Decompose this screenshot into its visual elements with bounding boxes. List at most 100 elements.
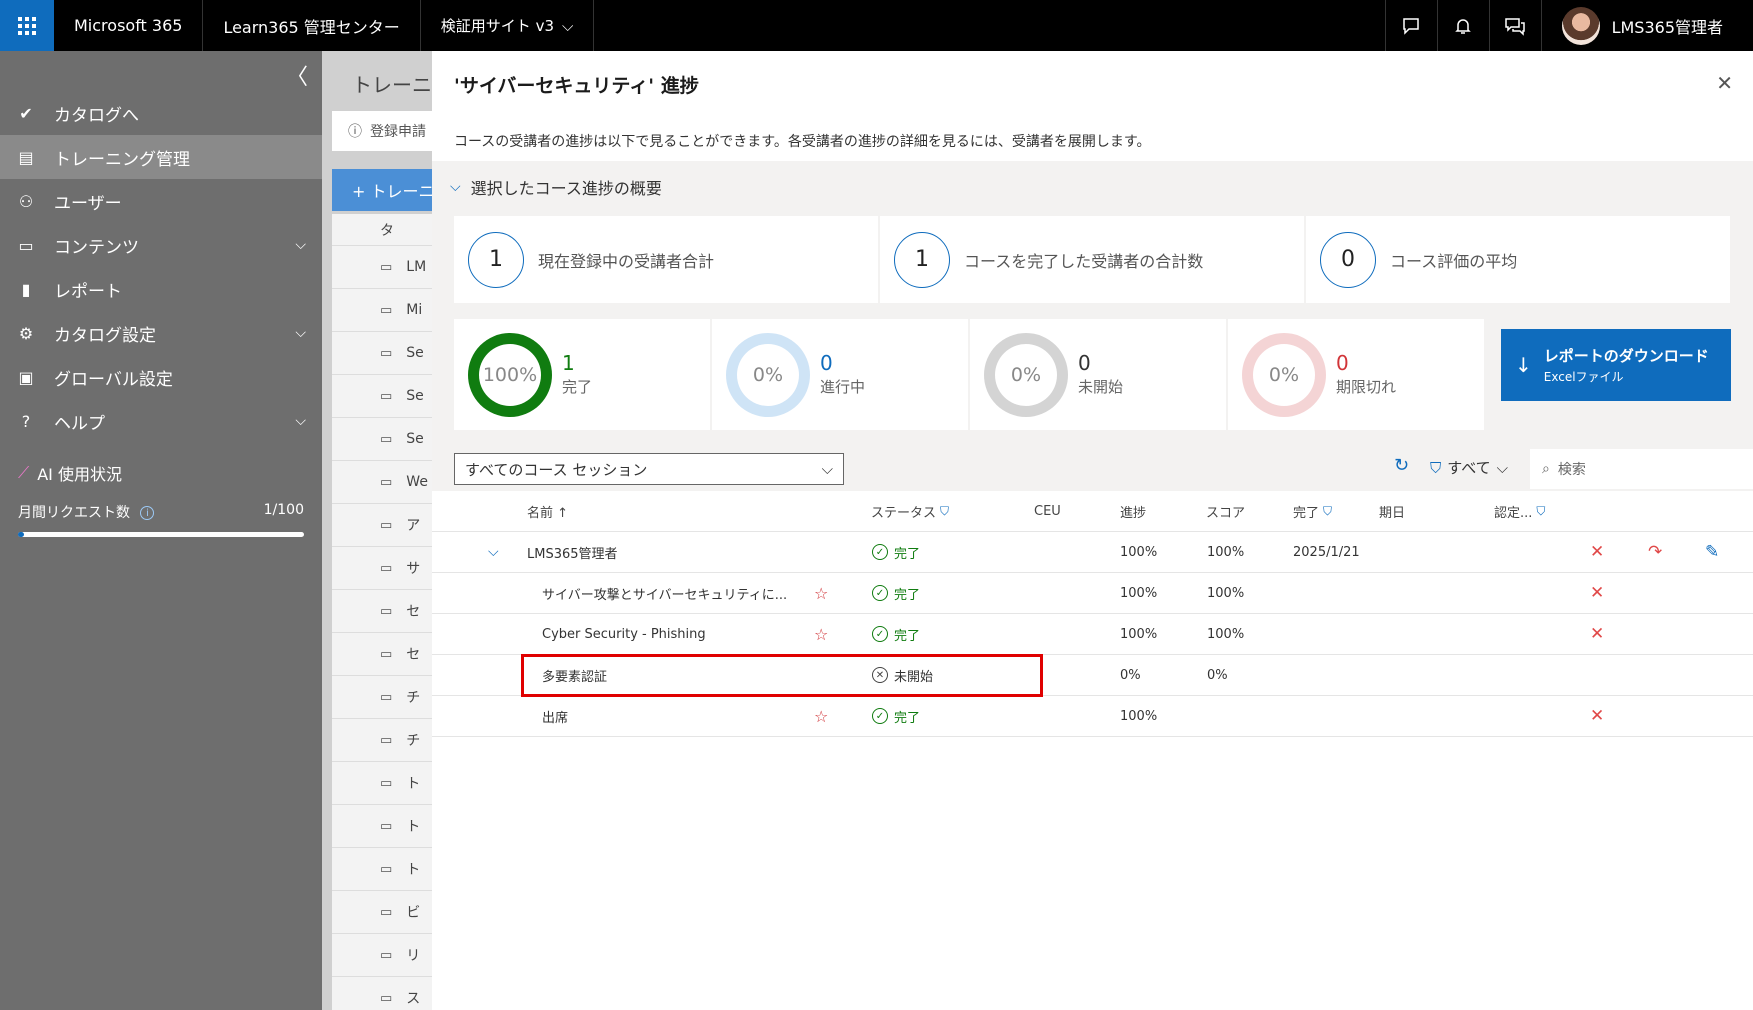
nav-item-reports[interactable]: ▮ レポート [0, 267, 322, 311]
list-item-label: サ [406, 561, 421, 577]
list-item-label: セ [406, 604, 421, 620]
row-score: 0% [1207, 667, 1228, 683]
nav-item-label: グローバル設定 [54, 369, 173, 390]
nav-item-users[interactable]: ⚇ ユーザー [0, 179, 322, 223]
notifications-button[interactable] [1436, 0, 1489, 51]
list-item[interactable]: ▭ Se [332, 375, 432, 418]
remove-button[interactable]: ✕ [1590, 532, 1604, 572]
panel-description: コースの受講者の進捗は以下で見ることができます。各受講者の進捗の詳細を見るには、… [454, 134, 1151, 150]
list-item[interactable]: ▭ ア [332, 504, 432, 547]
refresh-button[interactable]: ↻ [1394, 455, 1409, 476]
top-bar: Microsoft 365 Learn365 管理センター 検証用サイト v3 … [0, 0, 1753, 51]
list-item[interactable]: ▭ ト [332, 848, 432, 891]
donut-percent: 0% [1253, 343, 1315, 406]
list-item[interactable]: ▭ LM [332, 246, 432, 289]
table-row[interactable]: ⌵ LMS365管理者 ✓ 完了 100% 100% 2025/1/21 ✕ ↷ ✎ [432, 532, 1753, 573]
close-icon: ✕ [1590, 542, 1605, 562]
stat-card-completed: 1 コースを完了した受講者の合計数 [880, 216, 1304, 303]
list-item[interactable]: ▭ We [332, 461, 432, 504]
nav-item-global-settings[interactable]: ▣ グローバル設定 [0, 355, 322, 399]
list-item[interactable]: ▭ セ [332, 633, 432, 676]
collapse-nav-button[interactable]: 〈 [286, 59, 308, 91]
download-icon: ↓ [1515, 353, 1532, 377]
remove-button[interactable]: ✕ [1590, 696, 1604, 736]
pencil-icon: ✎ [1705, 542, 1720, 562]
row-progress: 100% [1120, 585, 1158, 601]
background-page: トレーニ ⓘ 登録申請 + トレーニ タ ▭ LM ▭ Mi ▭ Se ▭ Se ▭ Se ▭ We ▭ ア… [322, 51, 432, 1010]
header-status[interactable]: ステータス ⛉ [871, 491, 949, 531]
reset-button[interactable]: ↷ [1648, 532, 1662, 572]
list-item[interactable]: ▭ Se [332, 418, 432, 461]
nav-item-catalog-settings[interactable]: ⚙ カタログ設定 ⌵ [0, 311, 322, 355]
add-training-button[interactable]: + トレーニ [332, 169, 432, 211]
expand-button[interactable]: ⌵ [488, 532, 499, 572]
remove-button[interactable]: ✕ [1590, 614, 1604, 654]
remove-button[interactable]: ✕ [1590, 573, 1604, 613]
summary-toggle[interactable]: ⌵ 選択したコース進捗の概要 [450, 175, 662, 199]
nav-item-content[interactable]: ▭ コンテンツ ⌵ [0, 223, 322, 267]
nav-item-label: カタログへ [54, 105, 139, 126]
admin-center-link[interactable]: Learn365 管理センター [203, 0, 421, 51]
donut-chart: 100% [468, 332, 552, 417]
table-header: 名前 ↑ ステータス ⛉ CEU 進捗 スコア 完了 ⛉ 期日 認定... ⛉ [432, 491, 1753, 532]
site-selector[interactable]: 検証用サイト v3 ⌵ [421, 0, 595, 51]
check-circle-icon: ✓ [872, 708, 888, 724]
header-score[interactable]: スコア [1206, 491, 1245, 531]
table-row[interactable]: Cyber Security - Phishing ☆ ✓ 完了 100% 100% ✕ [432, 614, 1753, 655]
status-label: 完了 [894, 710, 921, 726]
list-item[interactable]: ▭ セ [332, 590, 432, 633]
nav-item-help[interactable]: ? ヘルプ ⌵ [0, 399, 322, 443]
nav-item-label: コンテンツ [54, 237, 139, 258]
list-item[interactable]: ▭ ビ [332, 891, 432, 934]
course-type-icon: ▭ [380, 474, 393, 490]
header-completed[interactable]: 完了 ⛉ [1293, 491, 1332, 531]
microsoft-365-link[interactable]: Microsoft 365 [54, 0, 204, 51]
status-label: 完了 [894, 628, 921, 644]
list-item[interactable]: ▭ Mi [332, 289, 432, 332]
list-item[interactable]: ▭ ス [332, 977, 432, 1010]
highlight-box [521, 654, 1043, 697]
stat-value: 0 [1320, 231, 1376, 288]
filter-icon: ⛉ [1536, 503, 1546, 518]
list-item[interactable]: ▭ サ [332, 547, 432, 590]
list-item[interactable]: ▭ チ [332, 676, 432, 719]
download-report-button[interactable]: ↓ レポートのダウンロード Excelファイル [1501, 329, 1731, 401]
chat-button[interactable] [1384, 0, 1437, 51]
list-item-label: Mi [406, 302, 423, 318]
table-row[interactable]: 出席 ☆ ✓ 完了 100% ✕ [432, 696, 1753, 737]
donut-card: 0% 0 期限切れ [1228, 319, 1484, 430]
list-item[interactable]: ▭ リ [332, 934, 432, 977]
filter-dropdown[interactable]: ⛉ すべて ⌵ [1430, 457, 1508, 478]
header-cert[interactable]: 認定... ⛉ [1494, 491, 1545, 531]
refresh-icon: ↻ [1394, 455, 1410, 476]
chevron-down-icon: ⌵ [821, 460, 833, 478]
header-due[interactable]: 期日 [1379, 491, 1405, 531]
session-select[interactable]: すべてのコース セッション ⌵ [454, 453, 844, 485]
header-name[interactable]: 名前 ↑ [527, 491, 568, 531]
info-icon[interactable]: i [140, 506, 155, 520]
filter-icon: ⛉ [1323, 503, 1333, 518]
feedback-button[interactable] [1488, 0, 1541, 51]
nav-item-training[interactable]: ▤ トレーニング管理 [0, 135, 322, 179]
header-completed-label: 完了 [1293, 505, 1320, 521]
list-item[interactable]: ▭ ト [332, 762, 432, 805]
close-button[interactable]: ✕ [1716, 71, 1733, 95]
header-ceu[interactable]: CEU [1034, 491, 1061, 531]
table-row[interactable]: サイバー攻撃とサイバーセキュリティに... ☆ ✓ 完了 100% 100% ✕ [432, 573, 1753, 614]
edit-button[interactable]: ✎ [1705, 532, 1719, 572]
stat-value: 1 [468, 231, 524, 288]
nav-item-label: ヘルプ [54, 413, 105, 434]
row-progress: 0% [1120, 667, 1141, 683]
list-item[interactable]: ▭ ト [332, 805, 432, 848]
row-name: サイバー攻撃とサイバーセキュリティに... [542, 573, 787, 613]
course-type-icon: ▭ [380, 732, 393, 748]
list-header-label: タ [380, 222, 394, 239]
app-launcher-button[interactable] [0, 0, 54, 51]
list-item[interactable]: ▭ チ [332, 719, 432, 762]
search-input[interactable]: ⌕ 検索 [1530, 449, 1753, 489]
user-menu[interactable]: LMS365管理者 [1540, 0, 1753, 51]
header-progress[interactable]: 進捗 [1120, 491, 1146, 531]
list-item[interactable]: ▭ Se [332, 332, 432, 375]
nav-item-catalog[interactable]: ✔ カタログへ [0, 91, 322, 135]
donut-card: 0% 0 進行中 [712, 319, 968, 430]
